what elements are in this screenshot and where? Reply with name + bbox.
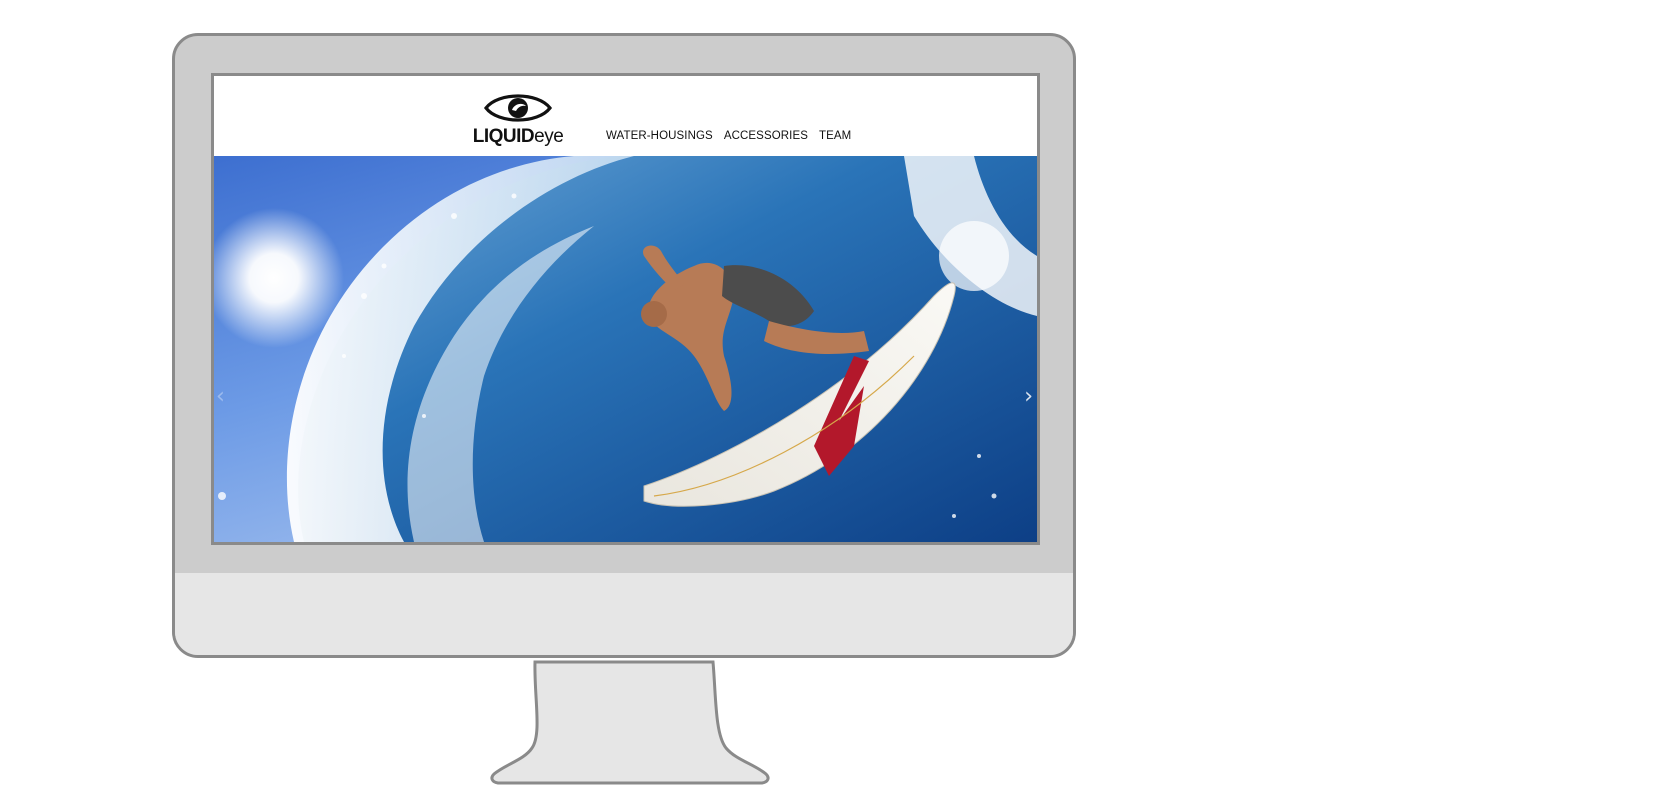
nav-team[interactable]: TEAM bbox=[819, 130, 851, 142]
main-nav: WATER-HOUSINGS ACCESSORIES TEAM bbox=[606, 130, 851, 142]
slider-prev-button[interactable]: ‹ bbox=[216, 386, 225, 408]
screen: LIQUIDeye WATER-HOUSINGS ACCESSORIES TEA… bbox=[211, 73, 1040, 545]
logo-wordmark: LIQUIDeye bbox=[468, 126, 568, 148]
logo-bold-text: LIQUID bbox=[472, 126, 535, 147]
chevron-left-icon: ‹ bbox=[216, 384, 225, 409]
site-header: LIQUIDeye WATER-HOUSINGS ACCESSORIES TEA… bbox=[214, 76, 1037, 156]
monitor-stand bbox=[490, 660, 770, 785]
nav-water-housings[interactable]: WATER-HOUSINGS bbox=[606, 130, 713, 142]
chevron-right-icon: › bbox=[1024, 384, 1033, 409]
eye-icon bbox=[483, 94, 553, 122]
hero-slider: ‹ › bbox=[214, 156, 1037, 542]
logo-light-text: eye bbox=[534, 126, 564, 147]
monitor-chin bbox=[175, 573, 1073, 655]
stage: LIQUIDeye WATER-HOUSINGS ACCESSORIES TEA… bbox=[0, 0, 1680, 800]
surfer-wave-photo bbox=[214, 156, 1037, 542]
slider-next-button[interactable]: › bbox=[1024, 386, 1033, 408]
logo[interactable]: LIQUIDeye bbox=[468, 90, 568, 148]
nav-accessories[interactable]: ACCESSORIES bbox=[724, 130, 808, 142]
